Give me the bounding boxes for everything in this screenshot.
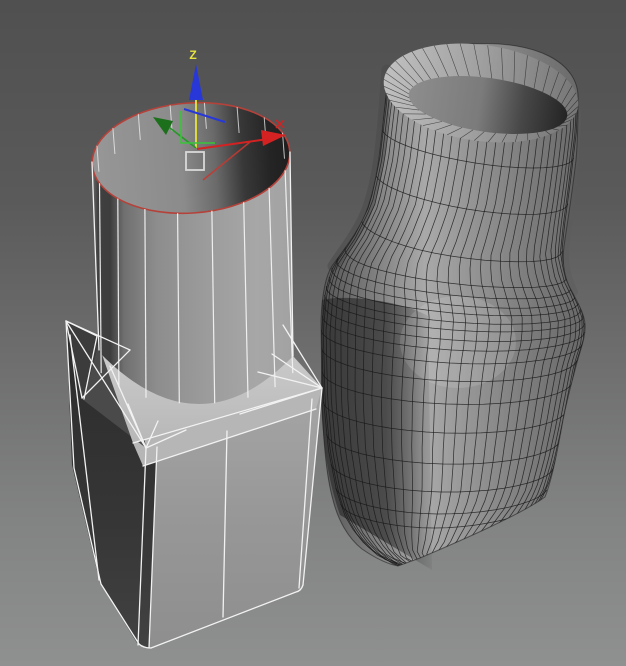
gizmo-x-label: [275, 119, 285, 129]
gizmo-z-label: Z: [189, 48, 196, 62]
viewport-3d[interactable]: Z: [0, 0, 626, 666]
lowpoly-bottle-object[interactable]: [65, 96, 323, 649]
smoothed-bottle-object[interactable]: [320, 32, 586, 578]
z-axis-arrow-icon[interactable]: [189, 64, 203, 100]
